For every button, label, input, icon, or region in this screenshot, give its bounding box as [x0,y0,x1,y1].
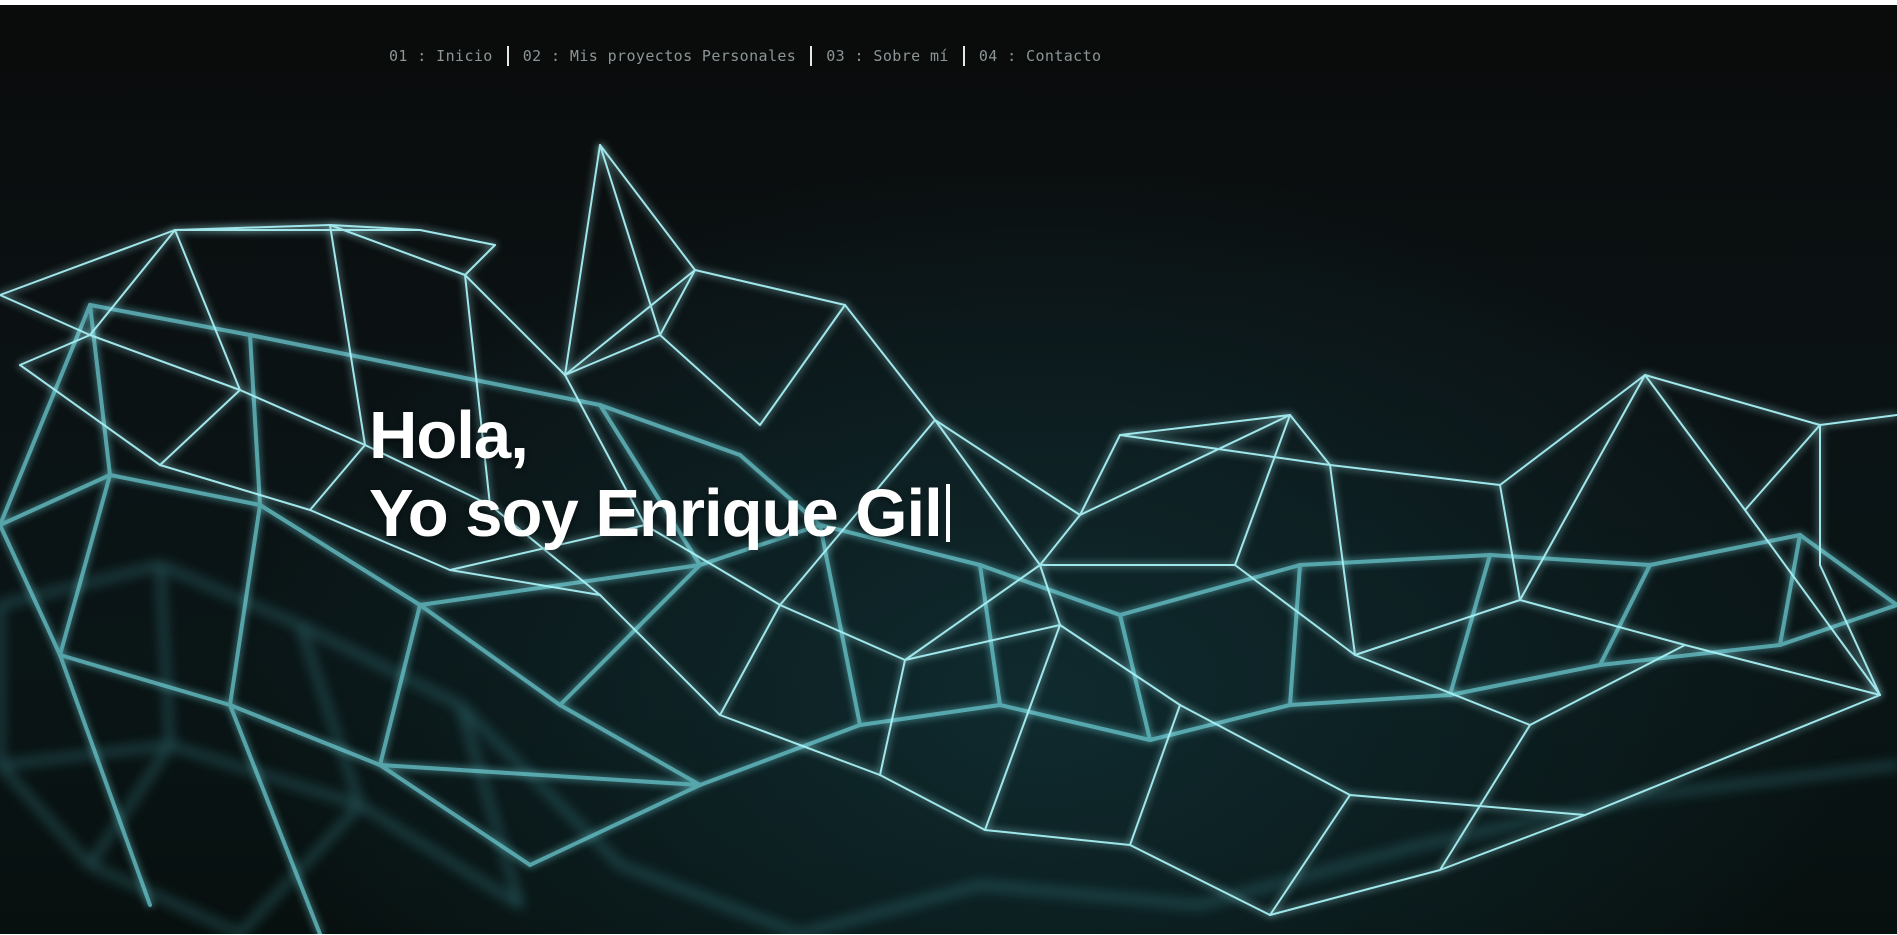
nav-item-contacto[interactable]: 04 : Contacto [979,47,1102,65]
hero-intro-line: Yo soy Enrique Gil [369,475,950,553]
hero-section: 01 : Inicio 02 : Mis proyectos Personale… [0,5,1897,934]
hero-intro: Yo soy Enrique Gil [369,476,943,551]
nav-item-sobre-mi[interactable]: 03 : Sobre mí [826,47,949,65]
nav-item-proyectos[interactable]: 02 : Mis proyectos Personales [523,47,797,65]
typing-cursor [945,484,950,542]
nav-item-inicio[interactable]: 01 : Inicio [389,47,493,65]
nav-divider [962,46,965,66]
nav-divider [810,46,813,66]
nav-divider [506,46,509,66]
hero-headline: Hola, Yo soy Enrique Gil [369,397,950,553]
hero-greeting: Hola, [369,398,529,473]
main-nav: 01 : Inicio 02 : Mis proyectos Personale… [389,46,1101,66]
